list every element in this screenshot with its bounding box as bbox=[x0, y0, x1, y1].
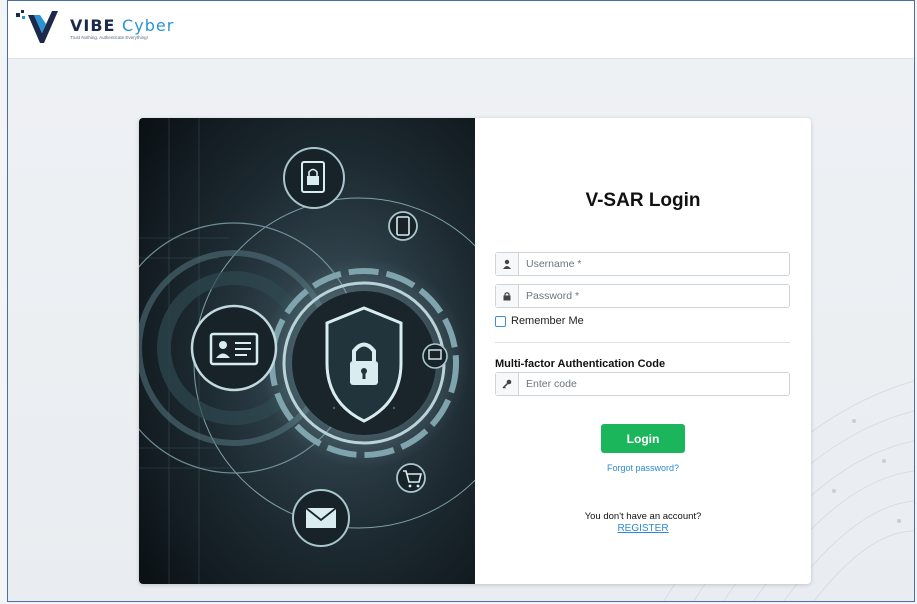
logo-tagline: Trust Nothing. Authenticate Everything! bbox=[70, 35, 148, 40]
logo-wordmark: VIBE Cyber bbox=[70, 16, 174, 35]
username-field[interactable] bbox=[495, 252, 790, 276]
locked-document-icon bbox=[283, 147, 345, 209]
shopping-cart-icon bbox=[396, 463, 426, 493]
top-bar: VIBE Cyber Trust Nothing. Authenticate E… bbox=[8, 1, 914, 59]
logo-word-vibe: VIBE bbox=[70, 16, 116, 35]
key-icon bbox=[496, 373, 519, 395]
remember-me-label: Remember Me bbox=[511, 315, 584, 327]
password-field[interactable] bbox=[495, 284, 790, 308]
no-account-text: You don't have an account? bbox=[584, 511, 702, 522]
password-input[interactable] bbox=[519, 285, 789, 307]
logo-mark-icon bbox=[16, 10, 58, 43]
remember-me[interactable]: Remember Me bbox=[495, 315, 584, 327]
login-form: V-SAR Login Remember Me Multi-factor Aut… bbox=[475, 118, 811, 584]
mfa-code-field[interactable] bbox=[495, 372, 790, 396]
monitor-icon bbox=[422, 343, 448, 369]
vibe-cyber-logo[interactable]: VIBE Cyber Trust Nothing. Authenticate E… bbox=[14, 7, 214, 47]
logo-word-cyber: Cyber bbox=[122, 16, 175, 35]
lock-icon bbox=[496, 285, 519, 307]
id-card-icon bbox=[190, 304, 278, 392]
user-icon bbox=[496, 253, 519, 275]
mfa-label: Multi-factor Authentication Code bbox=[495, 358, 666, 370]
browser-frame: VIBE Cyber Trust Nothing. Authenticate E… bbox=[7, 0, 915, 602]
remember-me-checkbox[interactable] bbox=[495, 315, 506, 327]
username-input[interactable] bbox=[519, 253, 789, 275]
tablet-icon bbox=[388, 211, 418, 241]
mfa-code-input[interactable] bbox=[519, 373, 789, 395]
forgot-password-link[interactable]: Forgot password? bbox=[475, 463, 811, 473]
login-card: V-SAR Login Remember Me Multi-factor Aut… bbox=[139, 118, 811, 584]
cybersecurity-hero-image bbox=[139, 118, 475, 584]
envelope-icon bbox=[292, 489, 350, 547]
login-title: V-SAR Login bbox=[585, 190, 701, 211]
register-link[interactable]: REGISTER bbox=[475, 523, 811, 534]
form-divider bbox=[495, 342, 790, 343]
login-button[interactable]: Login bbox=[601, 424, 685, 453]
